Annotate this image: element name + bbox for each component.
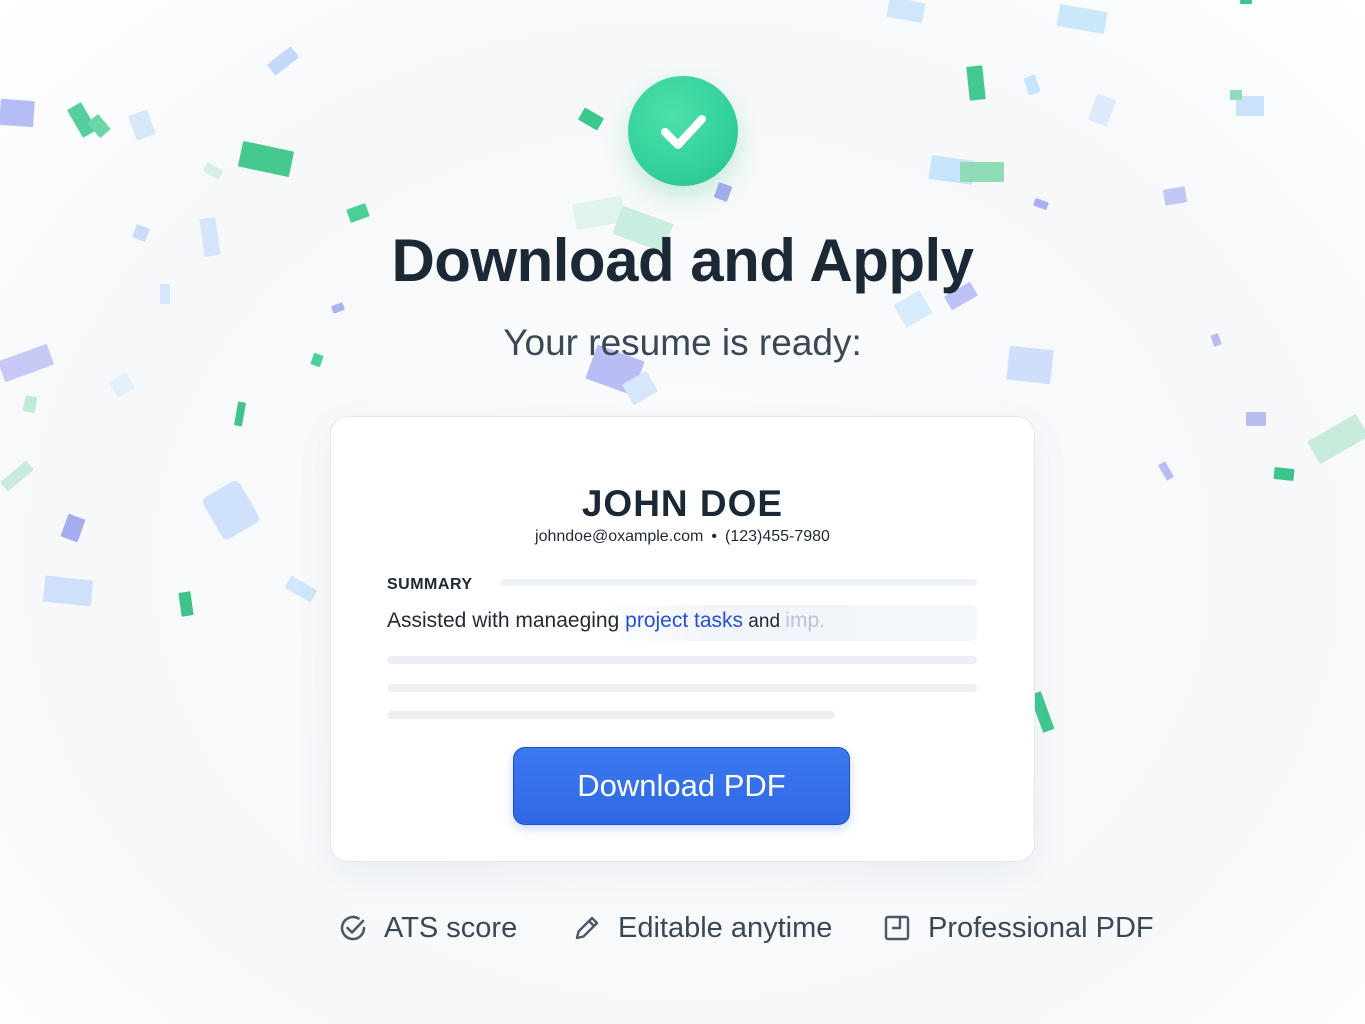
summary-plain-text: Assisted with manaeging <box>387 609 626 632</box>
confetti-piece <box>1033 197 1049 211</box>
confetti-piece <box>1246 412 1266 426</box>
confetti-piece <box>960 162 1004 182</box>
resume-preview-card: JOHN DOE johndoe@oxample.com • (123)455-79… <box>330 416 1035 862</box>
confetti-piece <box>67 102 97 138</box>
confetti-piece <box>1240 0 1252 4</box>
document-download-icon <box>880 911 914 945</box>
confetti-piece <box>128 109 156 141</box>
pencil-icon <box>570 911 604 945</box>
feature-label: ATS score <box>384 911 518 944</box>
confetti-piece <box>572 195 626 231</box>
resume-email: johndoe@oxample.com <box>535 528 704 545</box>
feature-list: ATS score Editable anytime Professional … <box>0 906 1365 950</box>
confetti-piece <box>1236 96 1264 116</box>
confetti-piece <box>0 460 34 492</box>
confetti-piece <box>966 65 986 101</box>
summary-connector-text: and <box>743 611 786 632</box>
confetti-piece <box>346 203 370 223</box>
confetti-piece <box>621 370 659 406</box>
confetti-piece <box>42 575 94 607</box>
confetti-piece <box>1230 90 1242 100</box>
summary-faded-text: imp. <box>785 609 825 632</box>
confetti-piece <box>1056 3 1108 35</box>
success-page: Download and Apply Your resume is ready:… <box>0 0 1365 1024</box>
resume-phone: (123)455-7980 <box>724 528 830 545</box>
check-circle-icon <box>336 911 370 945</box>
placeholder-line <box>387 684 977 692</box>
confetti-piece <box>233 401 247 427</box>
confetti-piece <box>284 575 318 603</box>
confetti-piece <box>1162 186 1188 206</box>
feature-label: Editable anytime <box>618 911 833 944</box>
page-title: Download and Apply <box>391 227 974 294</box>
confetti-piece <box>577 107 605 131</box>
confetti-piece <box>886 0 926 23</box>
confetti-piece <box>237 140 295 178</box>
confetti-piece <box>87 113 111 139</box>
confetti-piece <box>713 182 733 202</box>
checkmark-icon <box>661 115 706 149</box>
confetti-piece <box>928 155 976 185</box>
feature-professional-pdf: Professional PDF <box>880 906 1154 950</box>
placeholder-line <box>387 711 835 719</box>
section-divider <box>501 579 977 586</box>
placeholder-line <box>387 656 977 664</box>
confetti-piece <box>1273 466 1295 482</box>
confetti-piece <box>0 98 35 128</box>
confetti-piece <box>330 302 346 314</box>
confetti-piece <box>1023 74 1041 96</box>
confetti-piece <box>1158 461 1174 481</box>
feature-ats-score: ATS score <box>336 906 517 950</box>
confetti-piece <box>202 162 224 180</box>
page-subtitle: Your resume is ready: <box>503 322 862 363</box>
confetti-piece <box>200 478 262 542</box>
contact-separator: • <box>711 528 717 545</box>
feature-editable: Editable anytime <box>570 906 832 950</box>
download-pdf-button[interactable]: Download PDF <box>513 747 850 825</box>
summary-highlighted-text: project tasks <box>625 609 744 632</box>
success-check-badge <box>628 76 738 186</box>
confetti-piece <box>1307 413 1365 465</box>
confetti-piece <box>60 513 86 543</box>
confetti-piece <box>178 591 194 617</box>
summary-text: Assisted with manaeging project tasks an… <box>387 609 825 633</box>
resume-name: JOHN DOE <box>581 483 784 524</box>
resume-contact: johndoe@oxample.com • (123)455-7980 <box>331 528 1034 546</box>
confetti-piece <box>108 372 136 398</box>
confetti-piece <box>266 46 300 76</box>
confetti-piece <box>1087 93 1117 127</box>
feature-label: Professional PDF <box>928 911 1154 944</box>
confetti-piece <box>22 395 38 413</box>
summary-section-label: SUMMARY <box>387 576 473 593</box>
